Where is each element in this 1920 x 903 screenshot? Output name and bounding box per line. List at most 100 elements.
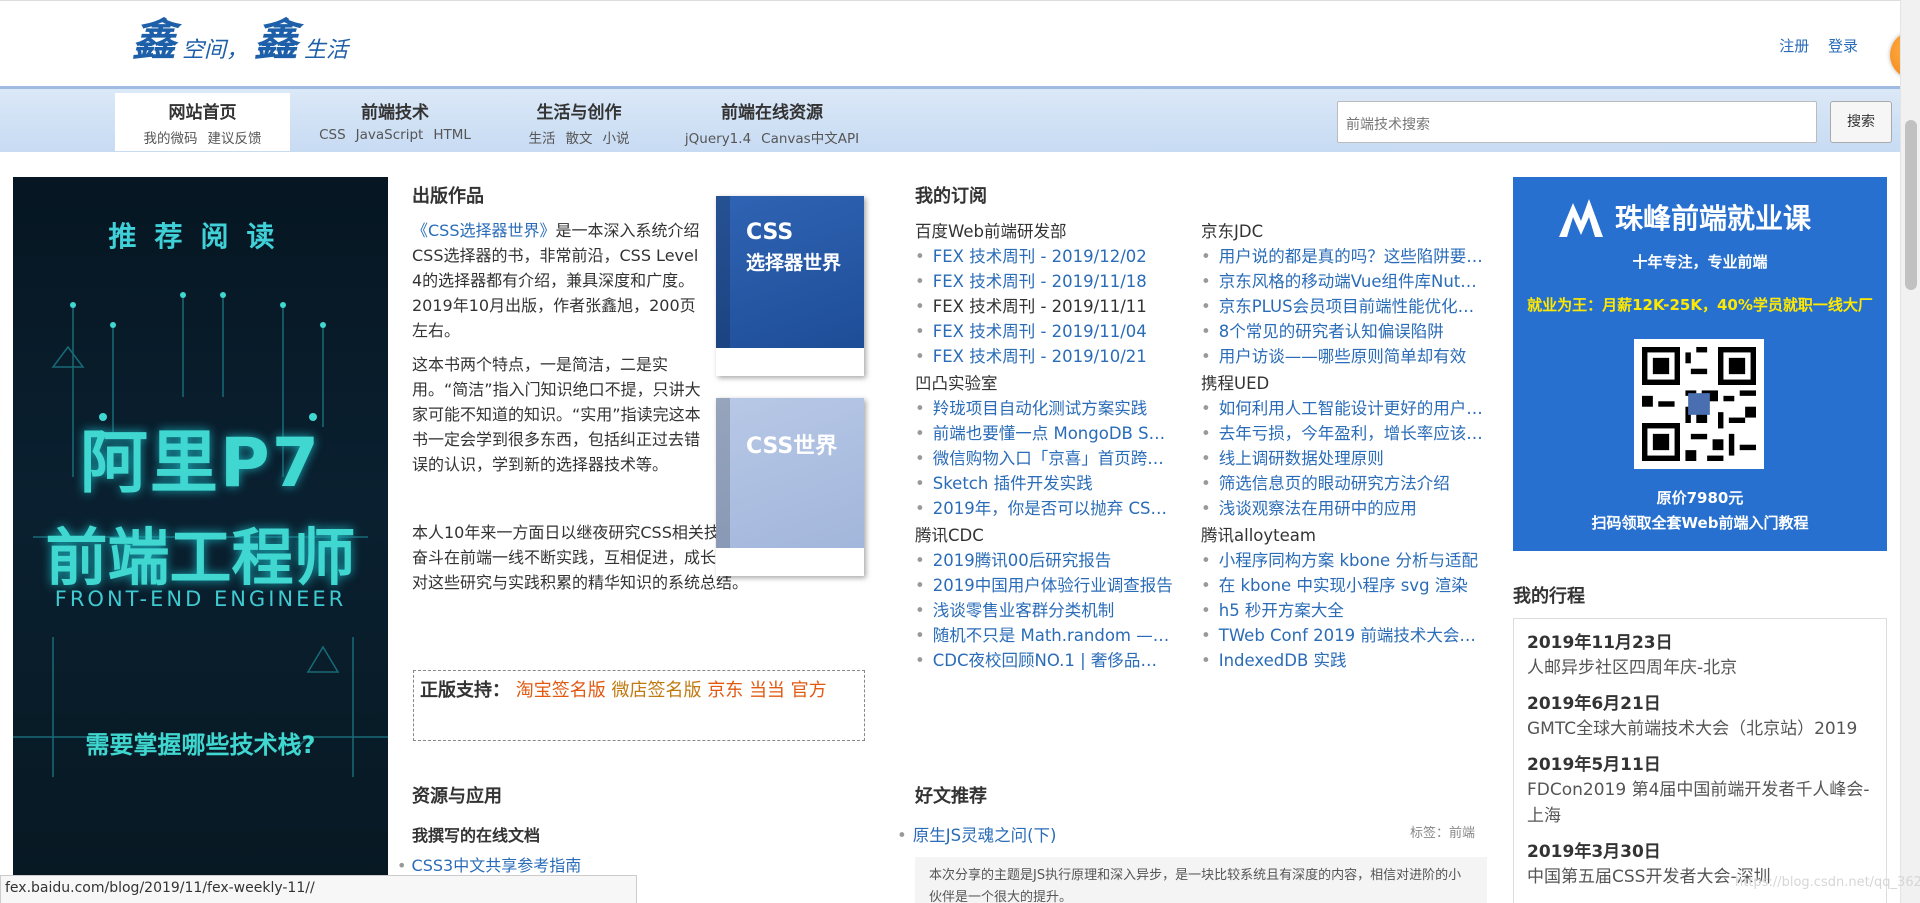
subscription-link[interactable]: • 2019中国用户体验行业调查报告 <box>915 573 1173 598</box>
search-input[interactable]: 前端技术搜索 <box>1337 101 1817 143</box>
site-logo[interactable]: 鑫 空间， 鑫 生活 <box>132 15 348 67</box>
subscription-source: 腾讯CDC <box>915 526 984 545</box>
nav-sub-link[interactable]: 生活 <box>529 131 556 147</box>
book-link[interactable]: 《CSS选择器世界》 <box>412 221 556 240</box>
section-title-subscriptions: 我的订阅 <box>915 186 987 207</box>
register-link[interactable]: 注册 <box>1779 37 1809 55</box>
section-title-articles: 好文推荐 <box>915 786 987 807</box>
nav-sub-link[interactable]: CSS <box>319 127 346 143</box>
publications-paragraph: 《CSS选择器世界》是一本深入系统介绍CSS选择器的书，非常前沿，CSS Lev… <box>412 218 702 343</box>
subscription-group: 百度Web前端研发部 • FEX 技术周刊 - 2019/12/02 • FEX 技… <box>915 219 1173 369</box>
nav-sub-link[interactable]: 我的微码 <box>144 131 198 147</box>
subscription-link[interactable]: • Sketch 插件开发实践 <box>915 471 1173 496</box>
subscription-link[interactable]: • 如何利用人工智能设计更好的用户体验 <box>1201 396 1487 421</box>
subscription-link[interactable]: • 筛选信息页的眼动研究方法介绍 <box>1201 471 1487 496</box>
nav-sub-link[interactable]: 小说 <box>603 131 630 147</box>
support-link-weidian[interactable]: 微店签名版 <box>611 680 701 701</box>
support-link-official[interactable]: 官方 <box>791 680 827 701</box>
trip-date: 2019年6月21日 <box>1527 694 1661 714</box>
account-links: 注册 登录 <box>1765 35 1858 56</box>
nav-title[interactable]: 前端在线资源 <box>672 98 872 123</box>
nav-sub-links: jQuery1.4 Canvas中文API <box>672 127 872 147</box>
nav-sub-link[interactable]: 散文 <box>566 131 593 147</box>
article-summary: 本次分享的主题是JS执行原理和深入异步，是一块比较系统且有深度的内容，相信对进阶… <box>915 857 1487 903</box>
banner-headline-2: 前端工程师 <box>45 521 356 594</box>
nav-sub-links: 生活 散文 小说 <box>510 127 648 147</box>
nav-title[interactable]: 生活与创作 <box>510 98 648 123</box>
book-cover-css-world[interactable]: CSS世界 <box>716 398 864 576</box>
subscription-link[interactable]: • IndexedDB 实践 <box>1201 648 1487 673</box>
qr-code <box>1634 339 1764 469</box>
support-link-taobao[interactable]: 淘宝签名版 <box>516 680 606 701</box>
search-button[interactable]: 搜索 <box>1830 101 1892 143</box>
resource-link[interactable]: CSS3中文共享参考指南 <box>397 852 582 876</box>
subscription-link[interactable]: •随机不只是 Math.random —— 谈谈随机性设计 <box>915 623 1173 648</box>
nav-sub-link[interactable]: jQuery1.4 <box>685 131 751 147</box>
nav-sub-link[interactable]: 建议反馈 <box>208 131 262 147</box>
scrollbar-thumb[interactable] <box>1905 120 1917 290</box>
nav-item-frontend[interactable]: 前端技术 CSS JavaScript HTML <box>310 93 480 151</box>
banner-headline-1: 阿里P7 <box>79 424 322 503</box>
subscription-link[interactable]: • 羚珑项目自动化测试方案实践 <box>915 396 1173 421</box>
nav-sub-link[interactable]: HTML <box>433 127 471 143</box>
subscription-link[interactable]: • 2019腾讯00后研究报告 <box>915 548 1173 573</box>
nav-item-resources[interactable]: 前端在线资源 jQuery1.4 Canvas中文API <box>672 93 872 151</box>
subscription-link[interactable]: • FEX 技术周刊 - 2019/11/18 <box>915 269 1173 294</box>
page-scrollbar[interactable] <box>1900 0 1920 903</box>
subscription-link[interactable]: • 小程序同构方案 kbone 分析与适配 <box>1201 548 1487 573</box>
course-ad[interactable]: 珠峰前端就业课 十年专注，专业前端 就业为王：月薪12K-25K，40%学员就职… <box>1513 177 1887 551</box>
nav-title[interactable]: 网站首页 <box>115 98 290 123</box>
support-label: 正版支持： <box>420 680 510 701</box>
book-cover-css-selector[interactable]: CSS 选择器世界 <box>716 196 864 376</box>
subscription-link[interactable]: • 8个常见的研究者认知偏误陷阱 <box>1201 319 1487 344</box>
login-link[interactable]: 登录 <box>1828 37 1858 55</box>
subscription-link[interactable]: •微信购物入口「京喜」首页跨端开发与优化实践 <box>915 446 1173 471</box>
article-link[interactable]: • 原生JS灵魂之问(下) <box>897 822 1056 846</box>
nav-sub-link[interactable]: Canvas中文API <box>761 131 859 147</box>
subscription-source: 京东JDC <box>1201 222 1264 241</box>
watermark: https://blog.csdn.net/qq_36232611 <box>1735 875 1920 890</box>
subscription-link[interactable]: •前端也要懂一点 MongoDB Schema 设计 <box>915 421 1173 446</box>
subscription-link[interactable]: • FEX 技术周刊 - 2019/12/02 <box>915 244 1173 269</box>
section-title-resources: 资源与应用 <box>412 786 502 807</box>
subscription-link[interactable]: • 线上调研数据处理原则 <box>1201 446 1487 471</box>
resources-subtitle: 我撰写的在线文档 <box>412 826 541 845</box>
main-nav: 网站首页 我的微码 建议反馈 前端技术 CSS JavaScript HTML 生活与… <box>0 86 1900 152</box>
ad-price: 原价7980元 <box>1656 489 1744 507</box>
subscription-link[interactable]: •2019年，你是否可以抛弃 CSS 预处理器？ <box>915 496 1173 521</box>
subscription-link[interactable]: •TWeb Conf 2019 前端技术大会重磅回顾 <box>1201 623 1487 648</box>
subscription-link[interactable]: • 用户访谈——哪些原则简单却有效 <box>1201 344 1487 369</box>
nav-item-life[interactable]: 生活与创作 生活 散文 小说 <box>510 93 648 151</box>
browser-status-bar: fex.baidu.com/blog/2019/11/fex-weekly-11… <box>0 875 637 903</box>
promo-banner[interactable]: 推荐阅读 阿里P7 前端工程师 FRONT-END ENGINEER 需要掌握哪… <box>13 177 388 903</box>
subscription-link[interactable]: • 京东PLUS会员项目前端性能优化实践 <box>1201 294 1487 319</box>
ad-highlight: 就业为王：月薪12K-25K，40%学员就职一线大厂 <box>1527 296 1873 314</box>
subscription-link[interactable]: •京东风格的移动端Vue组件库NutUI 2.0发布 <box>1201 269 1487 294</box>
article-tag[interactable]: 标签：前端 <box>1410 822 1475 841</box>
subscription-link[interactable]: • h5 秒开方案大全 <box>1201 598 1487 623</box>
ad-cta: 扫码领取全套Web前端入门教程 <box>1591 514 1809 532</box>
subscription-link[interactable]: • 浅谈观察法在用研中的应用 <box>1201 496 1487 521</box>
site-header: 鑫 空间， 鑫 生活 注册 登录 84 <box>0 0 1920 86</box>
subscription-link[interactable]: • 浅谈零售业客群分类机制 <box>915 598 1173 623</box>
book-subtitle: 选择器世界 <box>746 252 842 274</box>
subscription-link[interactable]: •CDC夜校回顾NO.1 | 奢侈品、时尚与设计 <box>915 648 1173 673</box>
ad-slogan: 十年专注，专业前端 <box>1632 253 1768 271</box>
subscription-link[interactable]: • 在 kbone 中实现小程序 svg 渲染 <box>1201 573 1487 598</box>
subscription-link[interactable]: • FEX 技术周刊 - 2019/11/04 <box>915 319 1173 344</box>
subscription-group: 携程UED • 如何利用人工智能设计更好的用户体验 • 去年亏损，今年盈利，增长率应… <box>1201 371 1487 521</box>
logo-char-2: 鑫 <box>254 15 299 66</box>
nav-sub-link[interactable]: JavaScript <box>356 127 424 143</box>
subscriptions-left-column: 百度Web前端研发部 • FEX 技术周刊 - 2019/12/02 • FEX 技… <box>915 219 1173 675</box>
trip-item: 2019年11月23日 人邮异步社区四周年庆-北京 <box>1527 631 1873 681</box>
subscription-link[interactable]: • FEX 技术周刊 - 2019/11/11 <box>915 294 1173 319</box>
nav-item-home[interactable]: 网站首页 我的微码 建议反馈 <box>115 93 290 151</box>
support-link-jd[interactable]: 京东 <box>707 680 743 701</box>
support-link-dangdang[interactable]: 当当 <box>749 680 785 701</box>
subscription-link[interactable]: • 用户说的都是真的吗？这些陷阱要注意 <box>1201 244 1487 269</box>
mountain-logo-icon <box>1559 199 1603 237</box>
subscription-link[interactable]: • 去年亏损，今年盈利，增长率应该怎么算 <box>1201 421 1487 446</box>
subscription-link[interactable]: • FEX 技术周刊 - 2019/10/21 <box>915 344 1173 369</box>
nav-title[interactable]: 前端技术 <box>310 98 480 123</box>
nav-sub-links: 我的微码 建议反馈 <box>115 127 290 147</box>
